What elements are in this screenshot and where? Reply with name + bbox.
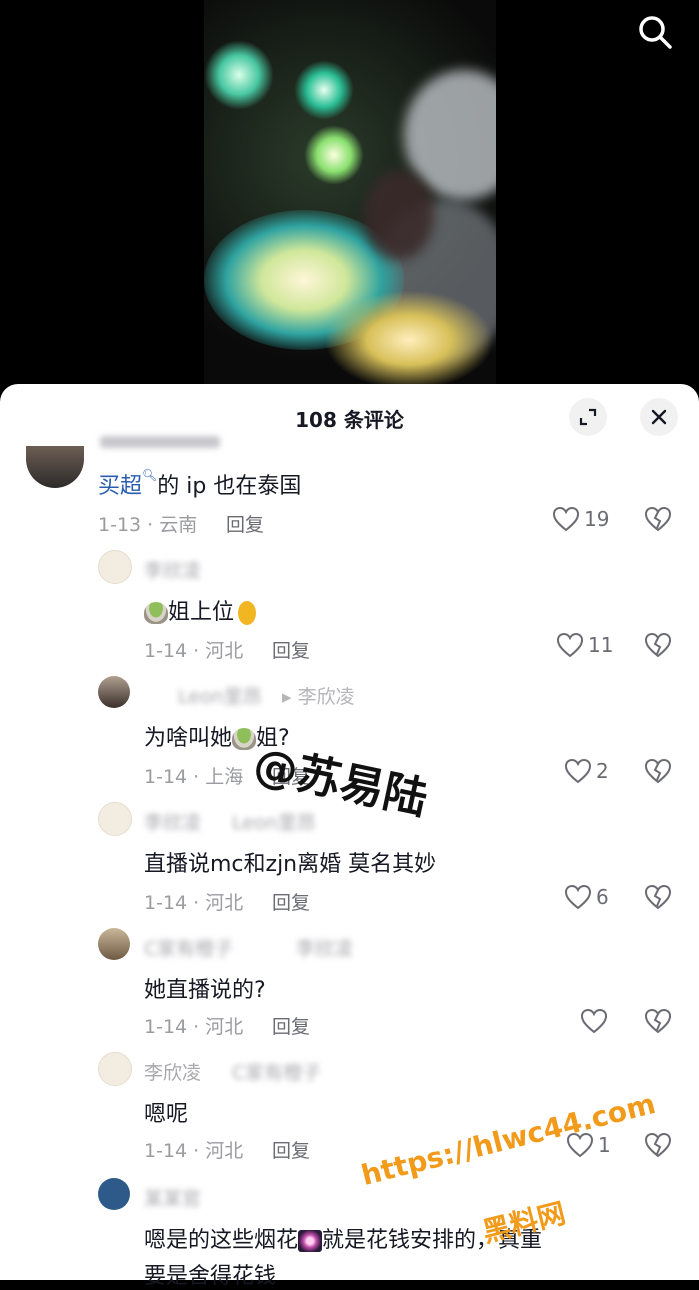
broken-heart-icon[interactable] [644,1008,672,1038]
reply-to-name[interactable]: C家有橙子 [232,1058,321,1085]
reply-button[interactable]: 回复 [272,1136,310,1163]
comment-author[interactable]: 某某官 [144,1184,201,1211]
like-count: 6 [596,885,609,909]
comment-text: 嗯呢 [144,1102,189,1127]
avatar[interactable] [98,550,132,584]
comment-meta: 1-13 · 云南 [98,514,198,536]
close-icon[interactable] [640,398,678,436]
comment-meta: 1-14 · 河北 [144,1016,244,1038]
comment-author[interactable] [100,436,220,448]
search-icon[interactable] [635,12,675,52]
like-count: 1 [598,1133,611,1157]
comment-author[interactable]: 李欣凌 [144,1058,201,1085]
comment-meta: 1-14 · 河北 [144,640,244,662]
comment-text-line2: 要是舍得花钱 [144,1264,277,1289]
reply-to-name[interactable]: 李欣凌 [296,934,353,961]
avatar[interactable] [98,802,132,836]
mention-link[interactable]: 买超 [98,474,142,499]
broken-heart-icon[interactable] [644,884,672,914]
like-button[interactable]: 2 [564,758,609,784]
avatar[interactable] [98,1052,132,1086]
reply-button[interactable]: 回复 [272,636,310,663]
reply-button[interactable]: 回复 [226,510,264,537]
comment-author[interactable]: Leon里昂 [178,682,262,709]
reply-arrow: ▸ 李欣凌 [282,686,355,708]
like-button[interactable]: 6 [564,884,609,910]
reply-to-name[interactable]: Leon里昂 [232,808,316,835]
broken-heart-icon[interactable] [644,632,672,662]
comment-text: 买超🔍︎的 ip 也在泰国 [98,468,302,499]
like-button[interactable]: 11 [556,632,613,658]
comment-author[interactable]: 李欣凌 [144,556,201,583]
like-count: 11 [588,633,614,657]
heart-icon [552,506,580,532]
avatar[interactable] [98,1178,130,1210]
heart-icon [580,1008,608,1034]
comment-author[interactable]: 李欣凌 [144,808,201,835]
fireworks-emoji-icon [298,1230,323,1252]
like-count: 2 [596,759,609,783]
gold-gourd-icon [238,601,257,625]
video-frame [204,0,496,392]
video-player[interactable] [0,0,699,400]
like-button[interactable]: 19 [552,506,609,532]
like-count: 19 [584,507,610,531]
reply-to-name[interactable]: 李欣凌 [298,686,355,708]
broken-heart-icon[interactable] [644,1132,672,1162]
reply-button[interactable]: 回复 [272,1012,310,1039]
expand-icon[interactable] [569,398,607,436]
heart-icon [556,632,584,658]
broken-heart-icon[interactable] [644,506,672,536]
like-button[interactable] [580,1008,612,1034]
comment-meta: 1-14 · 河北 [144,892,244,914]
comment-meta: 1-14 · 河北 [144,1140,244,1162]
broken-heart-icon[interactable] [644,758,672,788]
matcha-emoji-icon [144,602,168,624]
avatar[interactable] [98,928,130,960]
comment-text: 姐上位 [144,594,257,626]
avatar[interactable] [98,676,130,708]
comment-meta: 1-14 · 上海 [144,766,244,788]
reply-button[interactable]: 回复 [272,888,310,915]
comment-text: 直播说mc和zjn离婚 莫名其妙 [144,852,437,877]
heart-icon [564,758,592,784]
heart-icon [564,884,592,910]
matcha-emoji-icon [232,728,257,750]
comment-text: 她直播说的? [144,978,266,1003]
comment-author[interactable]: C家有橙子 [144,934,233,961]
